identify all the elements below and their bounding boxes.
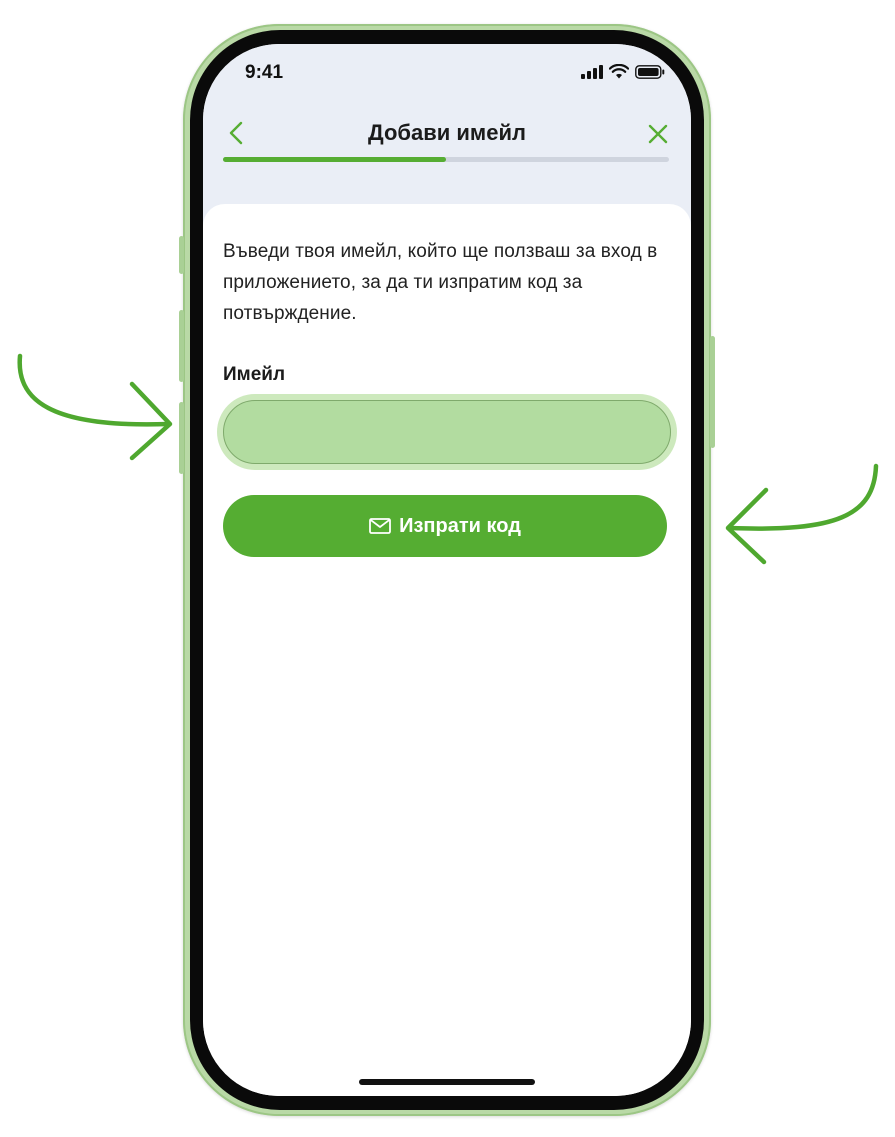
power-button — [710, 336, 715, 448]
step-progress-bar — [223, 157, 669, 162]
email-field[interactable] — [223, 400, 671, 464]
page-title: Добави имейл — [368, 120, 526, 145]
envelope-icon — [369, 518, 392, 534]
status-time: 9:41 — [245, 62, 284, 83]
status-icons — [581, 64, 665, 79]
send-code-label: Изпрати код — [399, 514, 521, 537]
home-indicator — [359, 1079, 535, 1085]
screenshot-stage: 9:41 Добави имейл Въведи твоя имейл, кой… — [0, 0, 895, 1137]
instruction-text: Въведи твоя имейл, който ще ползваш за в… — [223, 241, 658, 324]
email-label: Имейл — [223, 364, 286, 385]
wifi-icon — [609, 64, 629, 79]
hand-drawn-arrow-icon — [17, 353, 173, 461]
step-progress-fill — [223, 157, 446, 162]
content-card — [203, 204, 691, 1096]
close-icon[interactable] — [647, 123, 669, 145]
battery-icon — [635, 64, 665, 79]
hand-drawn-arrow-icon — [725, 463, 879, 565]
mute-switch — [179, 236, 184, 274]
send-code-button[interactable]: Изпрати код — [223, 495, 667, 557]
signal-icon — [581, 64, 603, 79]
phone-screen: 9:41 Добави имейл Въведи твоя имейл, кой… — [203, 44, 691, 1096]
